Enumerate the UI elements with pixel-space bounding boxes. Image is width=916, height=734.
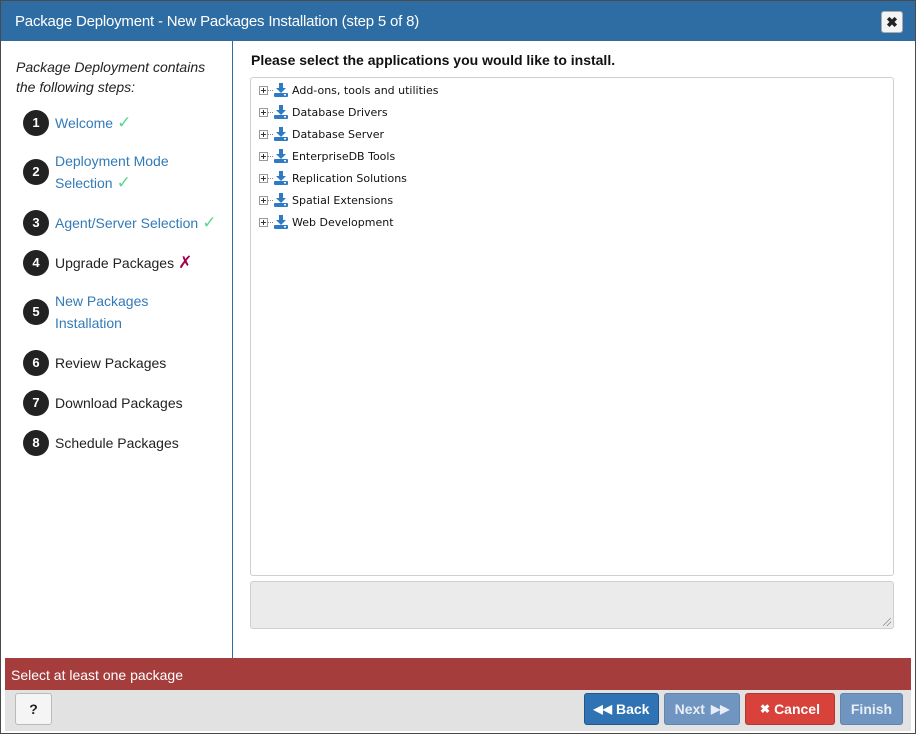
tree-node[interactable]: Replication Solutions <box>259 167 407 189</box>
step-item-1[interactable]: 1 Welcome ✓ <box>23 110 131 136</box>
tree-connector <box>268 111 273 113</box>
tree-connector <box>268 133 273 135</box>
error-message: Select at least one package <box>11 667 184 683</box>
step-label: Upgrade Packages ✗ <box>55 252 192 274</box>
expand-icon[interactable] <box>259 173 268 183</box>
expand-icon[interactable] <box>259 217 268 227</box>
checkmark-icon: ✓ <box>117 113 132 132</box>
content-heading: Please select the applications you would… <box>251 52 616 68</box>
step-number: 4 <box>23 250 49 276</box>
step-label-text: Review Packages <box>55 355 167 371</box>
step-label: Welcome ✓ <box>55 112 131 134</box>
expand-icon[interactable] <box>259 107 268 117</box>
step-label: Agent/Server Selection ✓ <box>55 212 216 234</box>
step-item-4[interactable]: 4 Upgrade Packages ✗ <box>23 250 192 276</box>
step-number: 1 <box>23 110 49 136</box>
step-item-2[interactable]: 2 Deployment Mode Selection ✓ <box>23 150 185 194</box>
resize-grip-icon[interactable] <box>883 618 891 626</box>
close-icon: ✖ <box>886 14 898 30</box>
expand-icon[interactable] <box>259 129 268 139</box>
step-label-text: Schedule Packages <box>55 435 179 451</box>
tree-node-label[interactable]: Database Drivers <box>292 106 388 119</box>
tree-node-label[interactable]: Add-ons, tools and utilities <box>292 84 438 97</box>
back-label: Back <box>616 701 650 717</box>
tree-node-label[interactable]: EnterpriseDB Tools <box>292 150 395 163</box>
step-label-text: Agent/Server Selection <box>55 215 199 231</box>
finish-label: Finish <box>850 701 893 717</box>
checkmark-icon: ✓ <box>116 173 131 192</box>
tree-connector <box>268 221 273 223</box>
expand-icon[interactable] <box>259 85 268 95</box>
tree-node[interactable]: Add-ons, tools and utilities <box>259 79 438 101</box>
tree-node[interactable]: Database Server <box>259 123 384 145</box>
step-label-text: Deployment Mode Selection <box>55 153 169 191</box>
step-number: 3 <box>23 210 49 236</box>
step-number: 5 <box>23 299 49 325</box>
tree-node[interactable]: EnterpriseDB Tools <box>259 145 395 167</box>
step-label-text: Upgrade Packages <box>55 255 175 271</box>
next-button[interactable]: Next ▶▶ <box>664 693 740 725</box>
step-number: 6 <box>23 350 49 376</box>
step-label: New Packages Installation <box>55 290 185 334</box>
step-label: Schedule Packages <box>55 432 179 454</box>
help-icon: ? <box>29 701 38 717</box>
package-tree[interactable]: Add-ons, tools and utilities Database Dri… <box>250 77 894 576</box>
close-button[interactable]: ✖ <box>881 11 903 33</box>
tree-node-label[interactable]: Replication Solutions <box>292 172 407 185</box>
cross-icon: ✗ <box>178 253 193 272</box>
download-icon <box>274 215 288 229</box>
step-label: Deployment Mode Selection ✓ <box>55 150 185 194</box>
download-icon <box>274 193 288 207</box>
step-item-5[interactable]: 5 New Packages Installation <box>23 290 185 334</box>
cancel-button[interactable]: ✖ Cancel <box>745 693 835 725</box>
tree-node[interactable]: Web Development <box>259 211 394 233</box>
step-item-3[interactable]: 3 Agent/Server Selection ✓ <box>23 210 216 236</box>
checkmark-icon: ✓ <box>202 213 217 232</box>
tree-node[interactable]: Spatial Extensions <box>259 189 393 211</box>
notes-textarea[interactable] <box>250 581 894 629</box>
download-icon <box>274 149 288 163</box>
step-label-text: Download Packages <box>55 395 183 411</box>
dialog-footer: ? ◀◀ Back Next ▶▶ ✖ Cancel Finish <box>5 690 911 731</box>
step-label-text: Welcome <box>55 115 114 131</box>
next-label: Next <box>674 701 705 717</box>
tree-connector <box>268 177 273 179</box>
tree-node[interactable]: Database Drivers <box>259 101 388 123</box>
step-number: 7 <box>23 390 49 416</box>
fast-forward-icon: ▶▶ <box>710 702 730 716</box>
tree-node-label[interactable]: Database Server <box>292 128 384 141</box>
expand-icon[interactable] <box>259 151 268 161</box>
tree-node-label[interactable]: Spatial Extensions <box>292 194 393 207</box>
step-number: 8 <box>23 430 49 456</box>
step-item-8: 8 Schedule Packages <box>23 430 179 456</box>
dialog-title: Package Deployment - New Packages Instal… <box>15 13 420 30</box>
error-bar: Select at least one package <box>5 658 911 690</box>
tree-node-label[interactable]: Web Development <box>292 216 394 229</box>
download-icon <box>274 105 288 119</box>
tree-connector <box>268 89 273 91</box>
download-icon <box>274 127 288 141</box>
close-icon: ✖ <box>760 702 771 716</box>
help-button[interactable]: ? <box>15 693 52 725</box>
rewind-icon: ◀◀ <box>593 702 612 716</box>
steps-panel: Package Deployment contains the followin… <box>5 41 233 658</box>
back-button[interactable]: ◀◀ Back <box>584 693 659 725</box>
step-item-7: 7 Download Packages <box>23 390 183 416</box>
package-deployment-dialog: Package Deployment - New Packages Instal… <box>0 0 916 734</box>
download-icon <box>274 83 288 97</box>
step-label-text: New Packages Installation <box>55 293 149 331</box>
dialog-titlebar: Package Deployment - New Packages Instal… <box>1 1 915 41</box>
download-icon <box>274 171 288 185</box>
step-label: Download Packages <box>55 392 183 414</box>
steps-intro: Package Deployment contains the followin… <box>16 59 206 95</box>
step-item-6: 6 Review Packages <box>23 350 166 376</box>
finish-button[interactable]: Finish <box>840 693 903 725</box>
step-label: Review Packages <box>55 352 166 374</box>
cancel-label: Cancel <box>774 701 820 717</box>
tree-connector <box>268 155 273 157</box>
main-content: Please select the applications you would… <box>233 41 915 658</box>
expand-icon[interactable] <box>259 195 268 205</box>
tree-connector <box>268 199 273 201</box>
step-number: 2 <box>23 159 49 185</box>
